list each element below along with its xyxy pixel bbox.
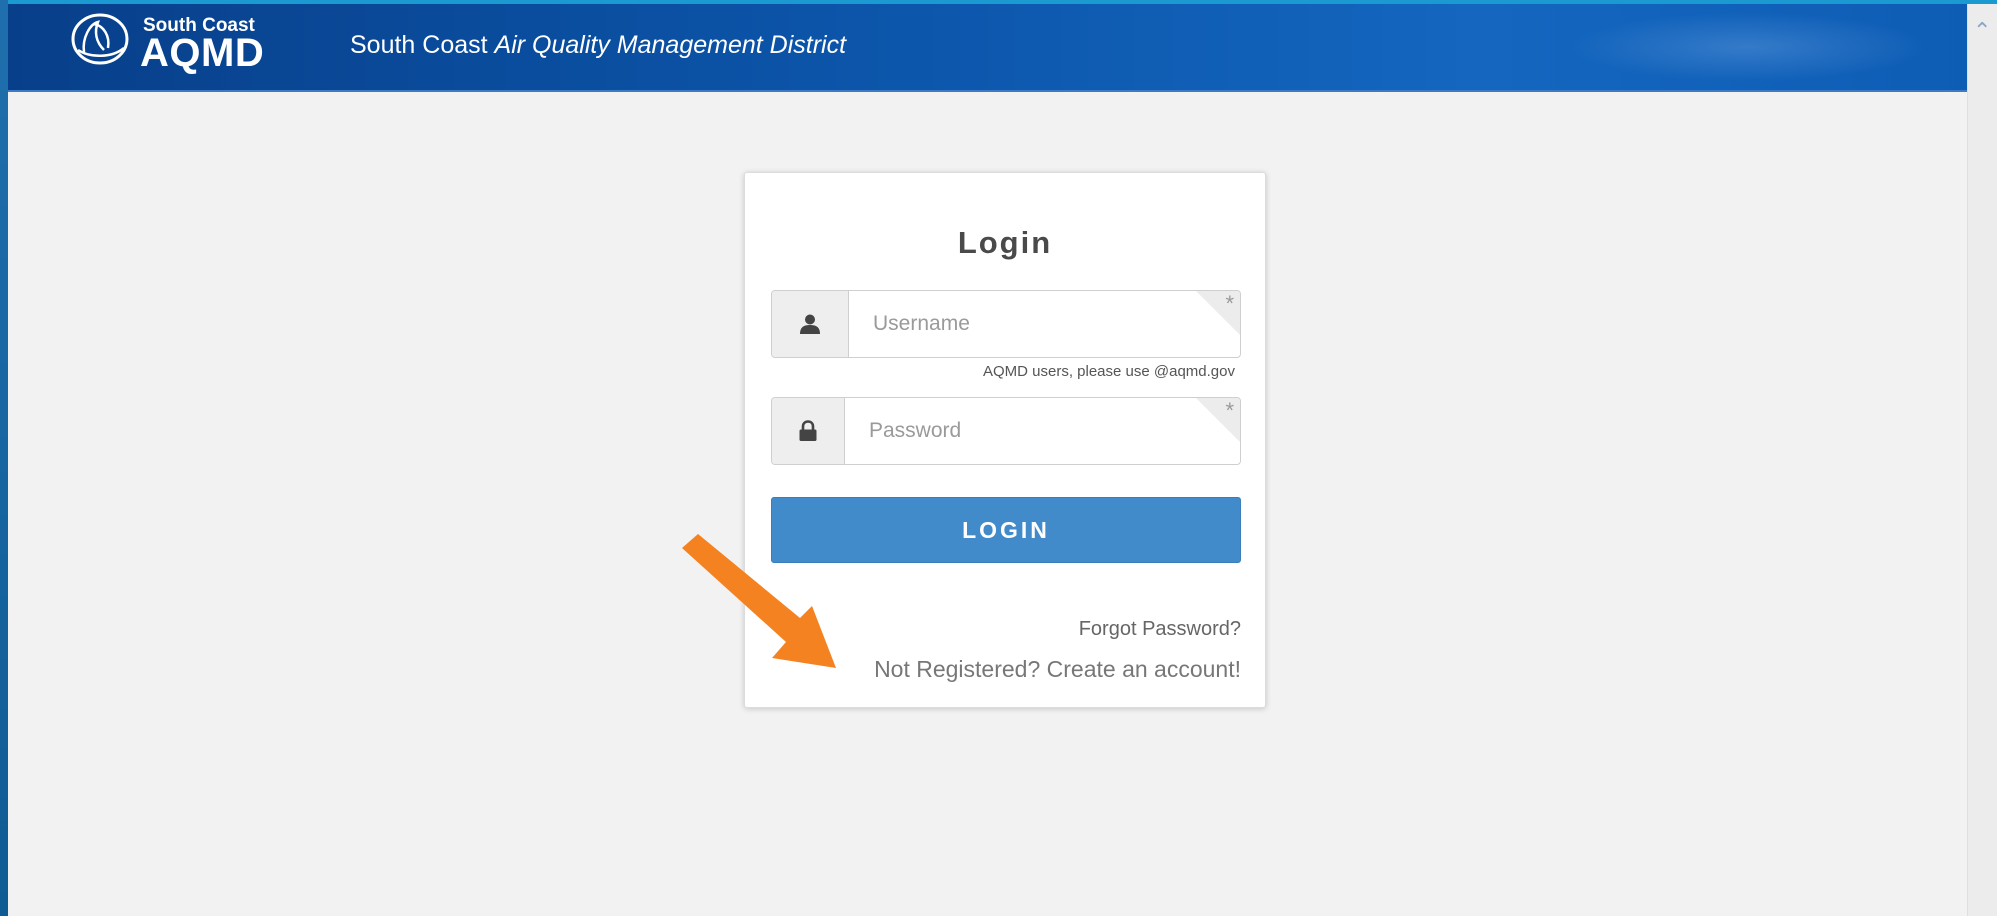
- chevron-up-icon[interactable]: ⌃: [1973, 20, 1991, 42]
- title-plain: South Coast: [350, 31, 488, 59]
- password-required-marker: *: [1225, 398, 1234, 423]
- vertical-scrollbar[interactable]: ⌃: [1967, 4, 1997, 916]
- header-glare: [1568, 12, 1928, 82]
- username-field-group: *: [771, 290, 1241, 358]
- username-required-marker: *: [1225, 291, 1234, 316]
- username-addon: [772, 291, 849, 357]
- window-frame-left: [0, 0, 8, 916]
- password-field-group: *: [771, 397, 1241, 465]
- forgot-password-link[interactable]: Forgot Password?: [1079, 618, 1241, 641]
- username-input[interactable]: [849, 291, 1229, 357]
- title-italic: Air Quality Management District: [494, 31, 847, 59]
- user-icon: [800, 314, 820, 334]
- lock-icon: [799, 420, 817, 441]
- username-hint: AQMD users, please use @aqmd.gov: [982, 363, 1235, 380]
- create-account-link[interactable]: Not Registered? Create an account!: [874, 656, 1241, 683]
- callout-arrow-icon: [682, 534, 836, 668]
- page-title: South Coast Air Quality Management Distr…: [350, 30, 846, 60]
- logo-text-big: AQMD: [140, 31, 265, 75]
- password-input[interactable]: [845, 398, 1225, 464]
- aqmd-wave-circle-icon: [71, 13, 129, 65]
- aqmd-logo[interactable]: South Coast AQMD: [70, 10, 290, 76]
- password-addon: [772, 398, 845, 464]
- login-title: Login: [957, 225, 1053, 260]
- site-header: South Coast AQMD South Coast Air Quality…: [8, 4, 1968, 92]
